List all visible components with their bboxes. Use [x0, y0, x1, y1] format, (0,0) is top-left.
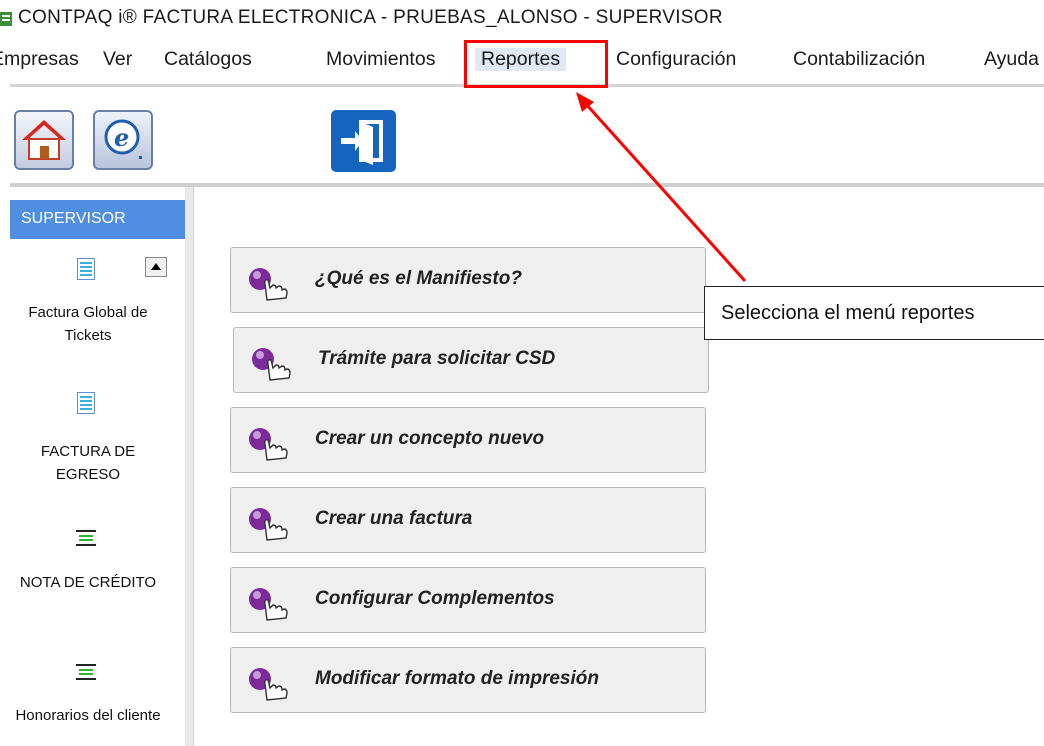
annotation-text: Selecciona el menú reportes	[721, 302, 975, 324]
annotation-arrow	[576, 92, 747, 283]
annotation-callout: Selecciona el menú reportes	[704, 286, 1044, 340]
